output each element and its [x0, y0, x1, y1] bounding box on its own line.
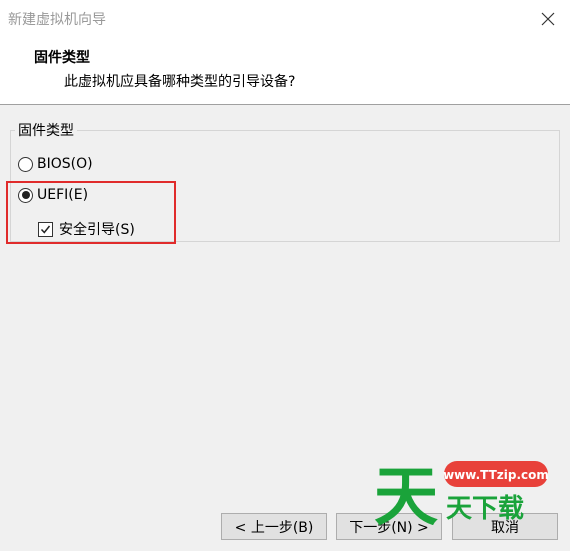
highlight-annotation: [6, 181, 176, 244]
close-button[interactable]: [534, 5, 562, 33]
back-button[interactable]: < 上一步(B): [221, 513, 327, 540]
wizard-header: 固件类型 此虚拟机应具备哪种类型的引导设备?: [0, 37, 570, 105]
page-subtitle: 此虚拟机应具备哪种类型的引导设备?: [64, 74, 296, 90]
bios-label: BIOS(O): [37, 156, 93, 172]
firmware-group-label: 固件类型: [15, 120, 77, 140]
bios-radio[interactable]: [18, 156, 33, 172]
svg-text:天: 天: [374, 461, 438, 525]
watermark-text: 天下载: [446, 494, 524, 524]
page-title: 固件类型: [34, 50, 90, 66]
bios-radio-option[interactable]: BIOS(O): [18, 156, 93, 172]
title-bar: 新建虚拟机向导: [0, 0, 570, 37]
close-icon: [541, 12, 555, 26]
watermark-logo: 天 www.TTzip.com 天下载: [374, 461, 549, 525]
watermark-url: www.TTzip.com: [443, 468, 549, 482]
window-title: 新建虚拟机向导: [8, 12, 106, 28]
